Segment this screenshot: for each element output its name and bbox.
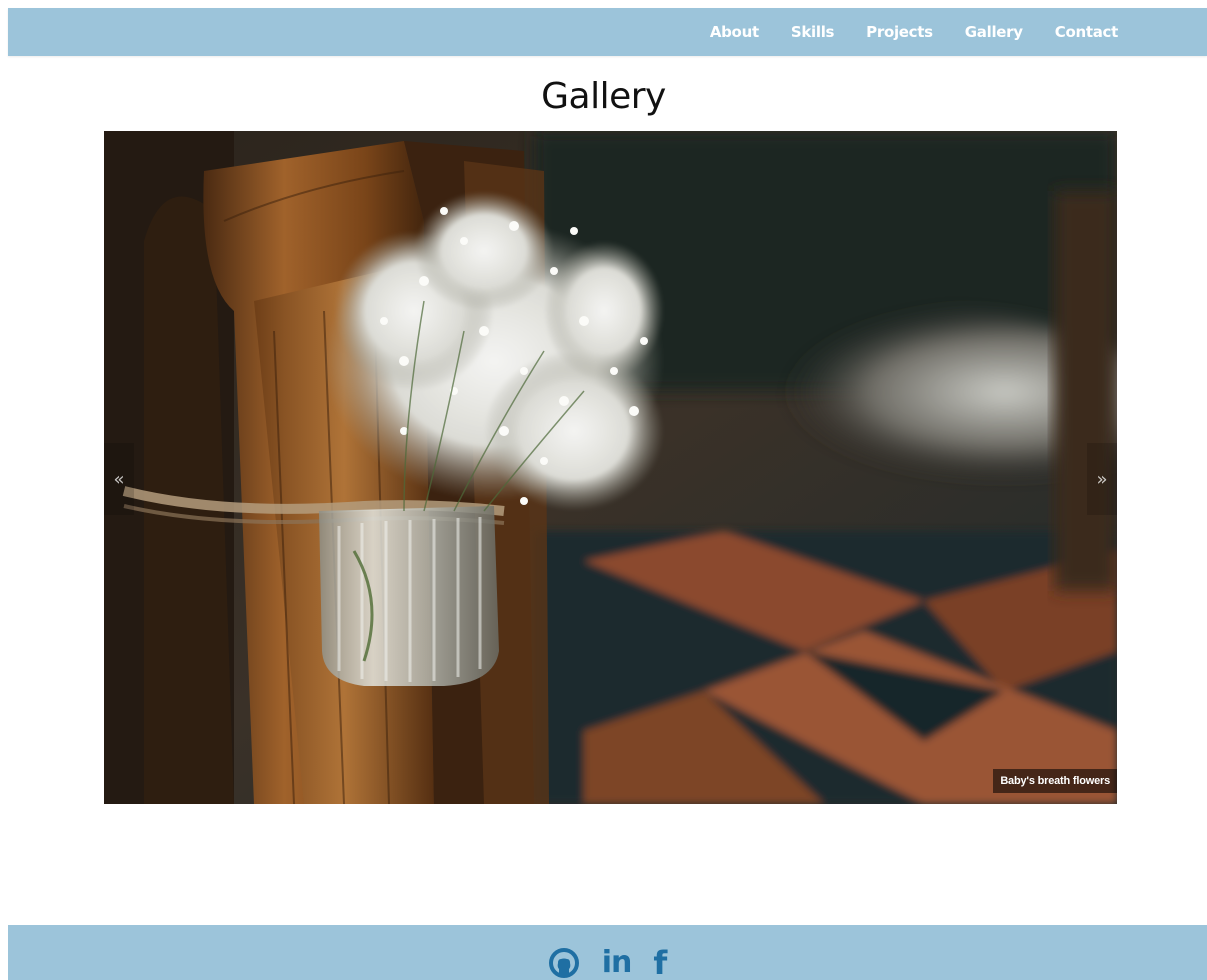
nav-link-projects[interactable]: Projects	[866, 23, 933, 41]
slide-caption: Baby's breath flowers	[993, 769, 1117, 793]
page: About Skills Projects Gallery Contact Ga…	[0, 0, 1207, 980]
linkedin-icon[interactable]: in	[601, 944, 633, 980]
gallery-carousel	[104, 131, 1117, 804]
nav-link-contact[interactable]: Contact	[1055, 23, 1119, 41]
linkedin-glyph: in	[601, 944, 633, 980]
nav-link-gallery[interactable]: Gallery	[965, 23, 1023, 41]
page-title: Gallery	[541, 76, 666, 117]
github-icon[interactable]	[548, 947, 580, 979]
slide-image	[104, 131, 1117, 804]
footer: in f	[8, 925, 1207, 980]
carousel-prev-button[interactable]: «	[104, 443, 134, 515]
facebook-glyph: f	[653, 943, 668, 980]
nav-links: About Skills Projects Gallery Contact	[678, 8, 1118, 56]
carousel-next-button[interactable]: »	[1087, 443, 1117, 515]
facebook-icon[interactable]: f	[653, 943, 668, 980]
navbar: About Skills Projects Gallery Contact	[8, 8, 1207, 56]
nav-link-about[interactable]: About	[710, 23, 759, 41]
nav-link-skills[interactable]: Skills	[791, 23, 835, 41]
social-links: in f	[8, 925, 1207, 980]
